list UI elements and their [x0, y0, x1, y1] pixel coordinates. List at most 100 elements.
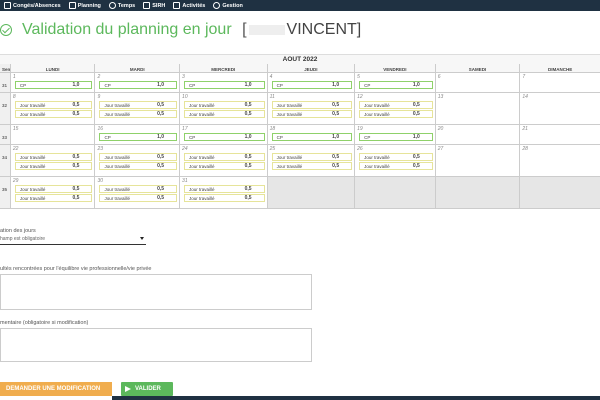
day-number: 2 [97, 74, 101, 80]
bottom-bar [112, 396, 600, 400]
worked-day-entry[interactable]: Jour travaillé 0,5 [359, 162, 433, 170]
day-cell[interactable]: 1 CP 1,0 [11, 73, 96, 92]
entry-value: 0,5 [157, 154, 165, 160]
worked-day-entry[interactable]: Jour travaillé 0,5 [99, 185, 178, 193]
worked-day-entry[interactable]: Jour travaillé 0,5 [99, 194, 178, 202]
day-cell[interactable]: 18 CP 1,0 [268, 125, 356, 144]
planning-icon [68, 2, 76, 9]
nav-temps[interactable]: Temps [105, 2, 139, 9]
cp-entry[interactable]: CP 1,0 [184, 133, 265, 141]
day-number: 3 [182, 74, 185, 80]
cp-entry[interactable]: CP 1,0 [184, 81, 265, 89]
worked-day-entry[interactable]: Jour travaillé 0,5 [14, 110, 93, 118]
calendar-week-row: 34 22 Jour travaillé 0,5 Jour travaillé 0,5 23… [0, 145, 600, 177]
cp-entry[interactable]: CP 1,0 [271, 133, 353, 141]
day-cell[interactable]: 9 Jour travaillé 0,5 Jour travaillé 0,5 [95, 93, 181, 124]
calendar-month: AOUT 2022 [0, 54, 600, 64]
week-header: Sem. [0, 64, 11, 72]
request-modification-button[interactable]: DEMANDER UNE MODIFICATION [0, 382, 112, 396]
cp-entry[interactable]: CP 1,0 [99, 81, 178, 89]
entry-label: Jour travaillé [276, 111, 303, 117]
worked-day-entry[interactable]: Jour travaillé 0,5 [14, 153, 93, 161]
day-cell[interactable]: 28 [520, 145, 600, 176]
day-cell [435, 177, 521, 208]
worked-day-entry[interactable]: Jour travaillé 0,5 [271, 162, 353, 170]
day-cell[interactable]: 16 CP 1,0 [95, 125, 181, 144]
day-cell[interactable]: 25 Jour travaillé 0,5 Jour travaillé 0,5 [268, 145, 356, 176]
worked-day-entry[interactable]: Jour travaillé 0,5 [14, 194, 93, 202]
day-cell[interactable]: 7 [520, 73, 600, 92]
worked-day-entry[interactable]: Jour travaillé 0,5 [99, 110, 178, 118]
day-cell[interactable]: 19 CP 1,0 [355, 125, 436, 144]
day-cell[interactable]: 23 Jour travaillé 0,5 Jour travaillé 0,5 [95, 145, 181, 176]
day-cell[interactable]: 8 Jour travaillé 0,5 Jour travaillé 0,5 [11, 93, 96, 124]
worked-day-entry[interactable]: Jour travaillé 0,5 [14, 185, 93, 193]
worked-day-entry[interactable]: Jour travaillé 0,5 [184, 110, 265, 118]
day-cell[interactable]: 21 [520, 125, 600, 144]
entry-value: 0,5 [157, 163, 165, 169]
validate-button[interactable]: VALIDER [121, 382, 173, 396]
day-cell[interactable]: 5 CP 1,0 [355, 73, 436, 92]
worked-day-entry[interactable]: Jour travaillé 0,5 [99, 153, 178, 161]
comment-textarea[interactable] [0, 328, 312, 362]
cp-entry[interactable]: CP 1,0 [14, 81, 93, 89]
entry-value: 0,5 [332, 154, 340, 160]
entry-value: 0,5 [332, 102, 340, 108]
day-cell [267, 177, 356, 208]
day-number: 10 [182, 94, 188, 100]
worked-day-entry[interactable]: Jour travaillé 0,5 [271, 110, 353, 118]
day-cell[interactable]: 10 Jour travaillé 0,5 Jour travaillé 0,5 [180, 93, 268, 124]
day-number: 13 [437, 94, 444, 100]
entry-value: 0,5 [244, 102, 252, 108]
nav-gestion[interactable]: Gestion [209, 2, 246, 9]
day-cell[interactable]: 11 Jour travaillé 0,5 Jour travaillé 0,5 [268, 93, 356, 124]
worked-day-entry[interactable]: Jour travaillé 0,5 [184, 162, 265, 170]
week-number: 35 [0, 177, 11, 208]
day-cell[interactable]: 17 CP 1,0 [180, 125, 268, 144]
day-cell[interactable]: 31 Jour travaillé 0,5 Jour travaillé 0,5 [180, 177, 268, 208]
worked-day-entry[interactable]: Jour travaillé 0,5 [271, 101, 353, 109]
worked-day-entry[interactable]: Jour travaillé 0,5 [359, 110, 433, 118]
week-number: 34 [0, 145, 11, 176]
day-cell[interactable]: 22 Jour travaillé 0,5 Jour travaillé 0,5 [11, 145, 96, 176]
day-cell[interactable]: 29 Jour travaillé 0,5 Jour travaillé 0,5 [11, 177, 96, 208]
worked-day-entry[interactable]: Jour travaillé 0,5 [184, 185, 265, 193]
day-cell[interactable]: 15 [11, 125, 96, 144]
day-cell[interactable]: 13 [436, 93, 521, 124]
nav-planning[interactable]: Planning [65, 2, 105, 9]
day-cell[interactable]: 24 Jour travaillé 0,5 Jour travaillé 0,5 [180, 145, 268, 176]
worked-day-entry[interactable]: Jour travaillé 0,5 [184, 101, 265, 109]
entry-label: Jour travaillé [189, 154, 215, 160]
worked-day-entry[interactable]: Jour travaillé 0,5 [359, 101, 433, 109]
worked-day-entry[interactable]: Jour travaillé 0,5 [271, 153, 353, 161]
worked-day-entry[interactable]: Jour travaillé 0,5 [99, 162, 178, 170]
worked-day-entry[interactable]: Jour travaillé 0,5 [184, 153, 265, 161]
cp-entry[interactable]: CP 1,0 [359, 81, 433, 89]
worked-day-entry[interactable]: Jour travaillé 0,5 [99, 101, 178, 109]
day-cell[interactable]: 27 [436, 145, 521, 176]
worked-day-entry[interactable]: Jour travaillé 0,5 [14, 162, 93, 170]
worked-day-entry[interactable]: Jour travaillé 0,5 [184, 194, 265, 202]
worked-day-entry[interactable]: Jour travaillé 0,5 [359, 153, 433, 161]
day-cell[interactable]: 6 [436, 73, 521, 92]
day-header: MERCREDI [180, 64, 268, 72]
validation-select[interactable]: hamp est obligatoire [0, 236, 146, 245]
cp-entry[interactable]: CP 1,0 [99, 133, 178, 141]
calendar-week-row: 32 8 Jour travaillé 0,5 Jour travaillé 0,5 9 Jo… [0, 93, 600, 125]
nav-conges[interactable]: Congés/Absences [0, 2, 65, 9]
day-cell[interactable]: 14 [520, 93, 600, 124]
day-cell[interactable]: 3 CP 1,0 [180, 73, 268, 92]
difficulties-textarea[interactable] [0, 274, 312, 310]
entry-value: 0,5 [332, 111, 340, 117]
day-cell[interactable]: 2 CP 1,0 [95, 73, 181, 92]
cp-entry[interactable]: CP 1,0 [359, 133, 433, 141]
nav-activites[interactable]: Activités [169, 2, 209, 9]
day-cell[interactable]: 4 CP 1,0 [268, 73, 356, 92]
day-cell[interactable]: 26 Jour travaillé 0,5 Jour travaillé 0,5 [355, 145, 436, 176]
cp-entry[interactable]: CP 1,0 [271, 81, 353, 89]
nav-sirh[interactable]: SIRH [139, 2, 169, 9]
worked-day-entry[interactable]: Jour travaillé 0,5 [14, 101, 93, 109]
day-cell[interactable]: 12 Jour travaillé 0,5 Jour travaillé 0,5 [355, 93, 436, 124]
day-cell[interactable]: 20 [436, 125, 521, 144]
day-cell[interactable]: 30 Jour travaillé 0,5 Jour travaillé 0,5 [95, 177, 181, 208]
